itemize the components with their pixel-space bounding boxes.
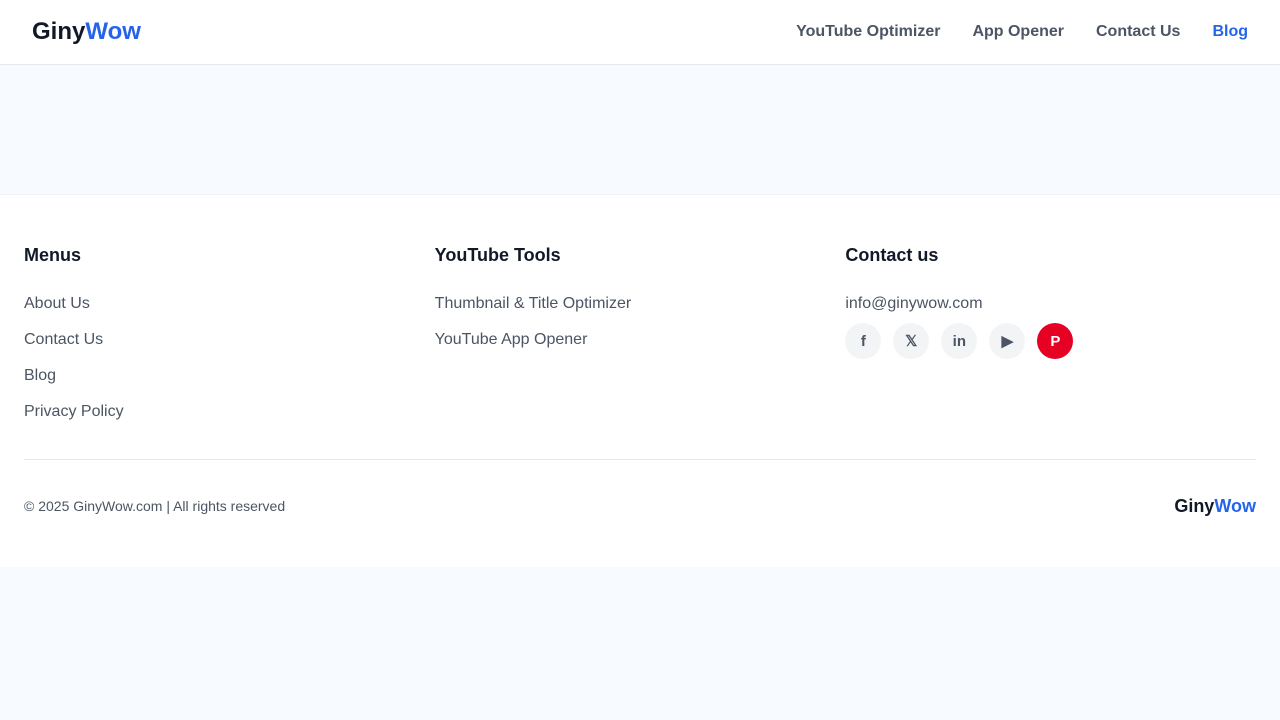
footer-link-contact[interactable]: Contact Us <box>24 331 435 350</box>
nav-app-opener[interactable]: App Opener <box>972 23 1064 41</box>
footer-link-blog[interactable]: Blog <box>24 367 435 386</box>
hero-area <box>0 65 1280 194</box>
menus-heading: Menus <box>24 245 82 265</box>
youtube-icon[interactable]: ▶ <box>989 323 1026 359</box>
footer: Menus About Us Contact Us Blog Privacy P… <box>0 194 1280 567</box>
footer-logo-text: Giny <box>1174 495 1215 516</box>
pinterest-icon[interactable]: P <box>1037 323 1074 359</box>
footer-logo[interactable]: GinyWow <box>1174 496 1256 517</box>
linkedin-icon[interactable]: in <box>941 323 978 359</box>
nav-contact-us[interactable]: Contact Us <box>1096 23 1180 41</box>
copyright: © 2025 GinyWow.com | All rights reserved <box>24 498 286 514</box>
footer-logo-accent: Wow <box>1214 495 1256 516</box>
logo-text-accent: Wow <box>85 18 141 45</box>
footer-tools: YouTube Tools Thumbnail & Title Optimize… <box>435 245 846 459</box>
tools-heading: YouTube Tools <box>434 245 561 265</box>
x-icon[interactable]: 𝕏 <box>893 323 930 359</box>
logo-text: Giny <box>32 18 86 45</box>
footer-link-privacy[interactable]: Privacy Policy <box>24 403 435 422</box>
footer-menus: Menus About Us Contact Us Blog Privacy P… <box>24 245 435 459</box>
footer-link-app-opener[interactable]: YouTube App Opener <box>435 331 846 350</box>
facebook-icon[interactable]: f <box>845 323 882 359</box>
nav-youtube-optimizer[interactable]: YouTube Optimizer <box>796 23 940 41</box>
footer-link-thumbnail-optimizer[interactable]: Thumbnail & Title Optimizer <box>435 295 846 314</box>
social-links: f 𝕏 in ▶ P <box>845 323 1256 359</box>
footer-link-about[interactable]: About Us <box>24 295 435 314</box>
contact-heading: Contact us <box>845 245 939 265</box>
header: GinyWow YouTube Optimizer App Opener Con… <box>0 0 1280 65</box>
nav-blog[interactable]: Blog <box>1212 23 1248 41</box>
footer-contact: Contact us info@ginywow.com f 𝕏 in ▶ P <box>845 245 1256 459</box>
contact-email[interactable]: info@ginywow.com <box>845 295 1256 314</box>
main-nav: YouTube Optimizer App Opener Contact Us … <box>796 23 1248 41</box>
logo[interactable]: GinyWow <box>32 18 141 46</box>
